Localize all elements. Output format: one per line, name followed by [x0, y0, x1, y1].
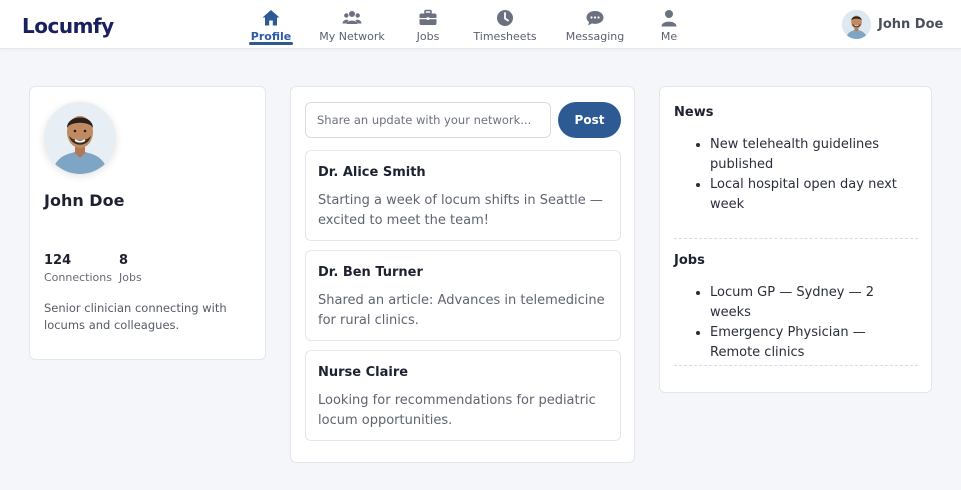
jobs-count: 8: [119, 253, 129, 268]
jobs-list: Locum GP — Sydney — 2 weeks Emergency Ph…: [710, 283, 918, 363]
news-item[interactable]: New telehealth guidelines published: [710, 135, 918, 175]
app-logo[interactable]: Locumfy: [22, 14, 114, 38]
profile-name: John Doe: [44, 191, 125, 210]
users-icon: [342, 8, 362, 28]
nav-item-profile[interactable]: Profile: [249, 0, 293, 49]
profile-avatar[interactable]: [44, 102, 116, 174]
section-divider: [674, 365, 918, 366]
sidebar-card: News New telehealth guidelines published…: [659, 86, 932, 393]
post-author[interactable]: Dr. Alice Smith: [318, 165, 426, 180]
avatar: [842, 10, 871, 39]
home-icon: [261, 8, 281, 28]
jobs-section: Jobs Locum GP — Sydney — 2 weeks Emergen…: [674, 253, 918, 363]
connections-stat[interactable]: 124 Connections: [44, 253, 112, 284]
feed-post[interactable]: Dr. Ben Turner Shared an article: Advanc…: [305, 250, 621, 341]
nav-label-timesheets: Timesheets: [473, 30, 537, 43]
post-text: Starting a week of locum shifts in Seatt…: [318, 193, 603, 228]
feed-card: Post Dr. Alice Smith Starting a week of …: [290, 86, 635, 463]
user-menu[interactable]: John Doe: [842, 10, 943, 39]
nav-item-timesheets[interactable]: Timesheets: [473, 0, 537, 49]
nav-label-jobs: Jobs: [416, 30, 440, 43]
jobs-label: Jobs: [119, 271, 142, 284]
news-item[interactable]: Local hospital open day next week: [710, 175, 918, 215]
active-tab-indicator: [249, 42, 293, 45]
nav-item-messaging[interactable]: Messaging: [566, 0, 624, 49]
briefcase-icon: [418, 8, 438, 28]
job-item[interactable]: Emergency Physician — Remote clinics: [710, 323, 918, 363]
feed-post[interactable]: Nurse Claire Looking for recommendations…: [305, 350, 621, 441]
feed-post[interactable]: Dr. Alice Smith Starting a week of locum…: [305, 150, 621, 241]
share-update-input[interactable]: [305, 102, 551, 138]
profile-bio: Senior clinician connecting with locums …: [44, 301, 227, 332]
news-list: New telehealth guidelines published Loca…: [710, 135, 918, 215]
user-name: John Doe: [878, 17, 944, 32]
nav-label-me: Me: [660, 30, 678, 43]
connections-label: Connections: [44, 271, 112, 284]
nav-item-me[interactable]: Me: [656, 0, 682, 49]
clock-icon: [495, 8, 515, 28]
top-navbar: Locumfy Profile My Network Jobs Timeshee…: [0, 0, 961, 49]
post-text: Shared an article: Advances in telemedic…: [318, 293, 605, 328]
jobs-stat[interactable]: 8 Jobs: [119, 253, 142, 284]
jobs-title: Jobs: [674, 253, 705, 268]
news-section: News New telehealth guidelines published…: [674, 105, 918, 215]
section-divider: [674, 238, 918, 239]
user-icon: [659, 8, 679, 28]
job-item[interactable]: Locum GP — Sydney — 2 weeks: [710, 283, 918, 323]
nav-label-messaging: Messaging: [565, 30, 625, 43]
nav-item-jobs[interactable]: Jobs: [413, 0, 443, 49]
post-author[interactable]: Dr. Ben Turner: [318, 265, 423, 280]
nav-label-my-network: My Network: [319, 30, 385, 43]
post-author[interactable]: Nurse Claire: [318, 365, 408, 380]
connections-count: 124: [44, 253, 72, 268]
profile-card: John Doe 124 Connections 8 Jobs Senior c…: [29, 86, 266, 360]
news-title: News: [674, 105, 714, 120]
nav-item-my-network[interactable]: My Network: [319, 0, 385, 49]
post-text: Looking for recommendations for pediatri…: [318, 393, 596, 428]
chat-icon: [585, 8, 605, 28]
post-button[interactable]: Post: [558, 102, 621, 138]
